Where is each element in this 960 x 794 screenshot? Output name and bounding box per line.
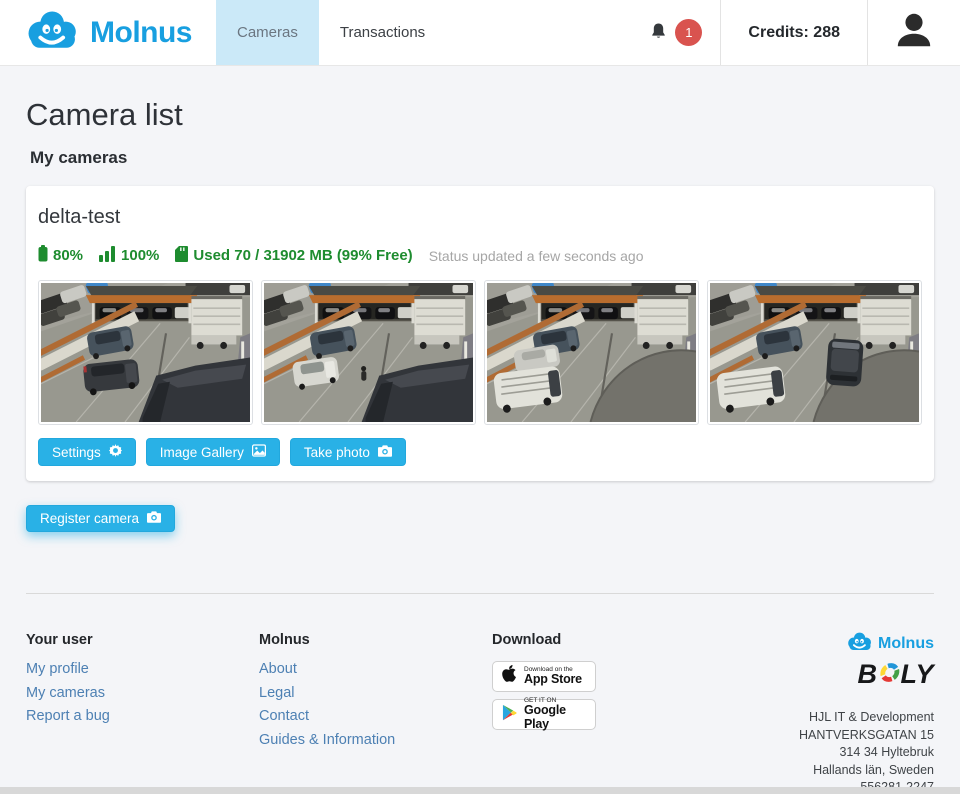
apple-icon [502,665,517,688]
bell-icon [651,22,666,44]
molnus-cloud-logo-icon [847,632,873,656]
app-store-badge[interactable]: Download on the App Store [492,661,596,692]
molnus-app: Molnus Cameras Transactions 1 Credits: 2… [0,0,960,794]
brand-name: Molnus [90,16,192,50]
gallery-icon [252,444,266,460]
camera-icon [378,445,392,460]
address-line: Hallands län, Sweden [799,762,934,780]
footer-molnus-section: Molnus About Legal Contact Guides & Informa… [259,632,492,794]
top-navbar: Molnus Cameras Transactions 1 Credits: 2… [0,0,960,66]
boly-o-icon [877,662,902,688]
notifications-button[interactable]: 1 [633,0,720,65]
camera-snapshots-row [38,280,922,425]
google-play-name: Google Play [524,704,586,732]
signal-status: 100% [99,246,159,266]
boly-letter-b: B [858,659,878,690]
app-store-name: App Store [524,673,582,687]
storage-text: Used 70 / 31902 MB (99% Free) [193,247,412,264]
camera-name: delta-test [38,206,922,229]
footer-user-heading: Your user [26,632,259,648]
take-photo-button[interactable]: Take photo [290,438,406,466]
footer-molnus-heading: Molnus [259,632,492,648]
camera-actions: Settings Image Gallery [38,438,922,466]
address-line: HJL IT & Development [799,709,934,727]
page-title: Camera list [26,97,934,133]
molnus-cloud-logo-icon [26,10,80,55]
footer-link-legal[interactable]: Legal [259,685,492,701]
footer-user-section: Your user My profile My cameras Report a b… [26,632,259,794]
credits-display: Credits: 288 [721,0,867,65]
camera-thumbnail-parking-lot-frame-2[interactable] [261,280,476,425]
footer-link-my-cameras[interactable]: My cameras [26,685,259,701]
camera-thumbnail-parking-lot-frame-4[interactable] [707,280,922,425]
status-updated-note: Status updated a few seconds ago [429,248,644,264]
footer-company-section: Molnus B LY HJL IT & DevelopmentHANTV [799,632,934,794]
footer-download-heading: Download [492,632,722,648]
user-menu-button[interactable] [868,0,960,65]
navbar-right: 1 Credits: 288 [633,0,960,65]
settings-button[interactable]: Settings [38,438,136,466]
footer-download-section: Download Download on the App Store [492,632,722,794]
footer-user-links: My profile My cameras Report a bug [26,661,259,724]
battery-status: 80% [38,245,83,266]
sd-card-icon [175,246,188,266]
battery-icon [38,245,48,266]
notification-count-badge[interactable]: 1 [675,19,702,46]
camera-status-row: 80% 100% [38,245,922,266]
storage-status: Used 70 / 31902 MB (99% Free) [175,246,412,266]
address-line: HANTVERKSGATAN 15 [799,727,934,745]
viewport-bottom-edge [0,787,960,794]
tab-cameras[interactable]: Cameras [216,0,319,65]
nav-tabs: Cameras Transactions [216,0,446,65]
image-gallery-button-label: Image Gallery [160,445,244,460]
battery-percent: 80% [53,247,83,264]
google-play-badge[interactable]: GET IT ON Google Play [492,699,596,730]
section-title: My cameras [30,148,934,168]
footer-link-guides-information[interactable]: Guides & Information [259,732,492,748]
tab-transactions[interactable]: Transactions [319,0,446,65]
footer-link-contact[interactable]: Contact [259,708,492,724]
image-gallery-button[interactable]: Image Gallery [146,438,280,466]
footer: Your user My profile My cameras Report a b… [26,594,934,794]
google-play-icon [502,704,517,726]
settings-button-label: Settings [52,445,101,460]
footer-link-about[interactable]: About [259,661,492,677]
footer-link-my-profile[interactable]: My profile [26,661,259,677]
camera-thumbnail-parking-lot-frame-1[interactable] [38,280,253,425]
signal-percent: 100% [121,247,159,264]
footer-molnus-logo: Molnus [799,632,934,656]
company-address: HJL IT & DevelopmentHANTVERKSGATAN 15314… [799,709,934,794]
camera-icon [147,511,161,526]
register-camera-button[interactable]: Register camera [26,505,175,532]
boly-logo: B LY [799,659,934,690]
footer-molnus-wordmark: Molnus [878,635,934,653]
signal-bars-icon [99,246,116,266]
address-line: 314 34 Hyltebruk [799,744,934,762]
camera-thumbnail-parking-lot-frame-3[interactable] [484,280,699,425]
main-content: Camera list My cameras delta-test 80% [0,97,960,794]
footer-link-report-a-bug[interactable]: Report a bug [26,708,259,724]
gear-icon [109,444,122,460]
camera-card: delta-test 80% [26,186,934,481]
user-avatar-icon [893,10,935,55]
take-photo-button-label: Take photo [304,445,370,460]
footer-molnus-links: About Legal Contact Guides & Information [259,661,492,748]
brand-logo[interactable]: Molnus [0,0,216,65]
register-camera-button-label: Register camera [40,511,139,526]
boly-letters-ly: LY [901,659,935,690]
